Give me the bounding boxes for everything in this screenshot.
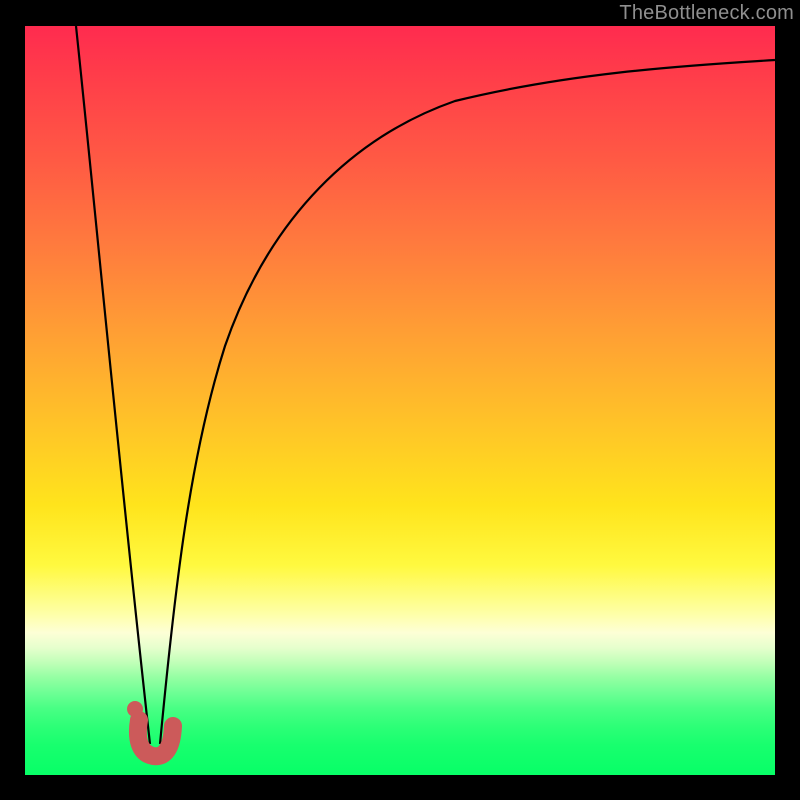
curve-overlay — [25, 26, 775, 775]
left-descending-curve — [76, 26, 150, 744]
plot-frame — [25, 26, 775, 775]
valley-worm — [138, 720, 173, 756]
right-ascending-curve — [160, 60, 775, 744]
watermark-text: TheBottleneck.com — [619, 2, 794, 25]
